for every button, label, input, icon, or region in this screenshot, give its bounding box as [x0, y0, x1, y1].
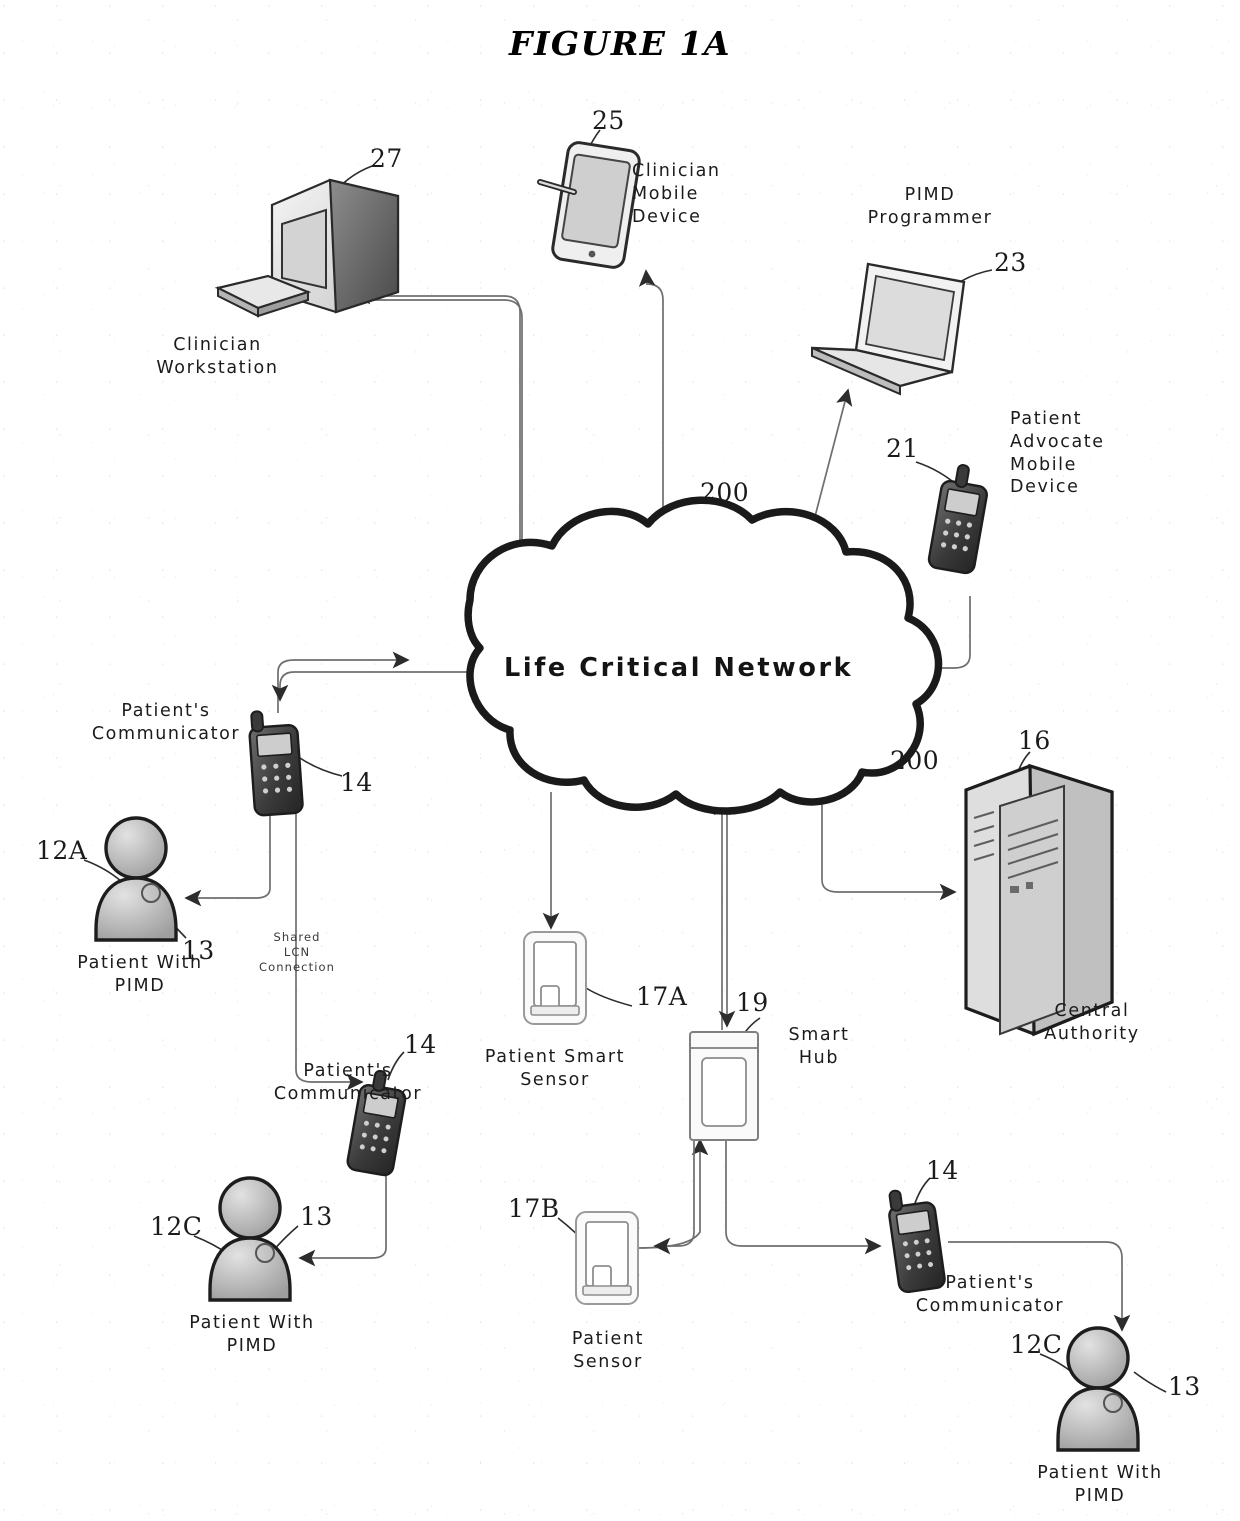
patient-advocate-mobile-device-label: Patient Advocate Mobile Device: [1010, 409, 1105, 498]
patients-communicator-d-label: Patient's Communicator: [915, 1273, 1065, 1316]
wire-cloud-to-central-authority: [821, 792, 957, 901]
desktop-computer-icon: [214, 178, 400, 318]
patient-with-pimd-a-label: Patient With PIMD: [77, 953, 203, 996]
ref-14-c: 14: [404, 1030, 437, 1059]
smart-hub-label: Smart Hub: [788, 1025, 850, 1068]
patients-communicator-a-label: Patient's Communicator: [91, 701, 241, 744]
wire-smart-hub-to-communicator-d: [725, 1140, 882, 1255]
wire-patient-sensor-to-smart-hub: [637, 1138, 709, 1249]
ref-25: 25: [592, 106, 625, 135]
ref-13-a: 13: [182, 936, 215, 965]
ref-12C-d: 12C: [1010, 1330, 1063, 1359]
sensor-icon: [523, 931, 587, 1025]
network-cloud-label: Life Critical Network: [504, 653, 854, 683]
server-tower-icon: [964, 763, 1114, 1037]
patient-with-pimd-d-label: Patient With PIMD: [1037, 1463, 1163, 1506]
ref-12C: 12C: [150, 1212, 203, 1241]
ref-17A: 17A: [636, 982, 688, 1011]
patient-smart-sensor-label: Patient Smart Sensor: [484, 1047, 626, 1090]
figure-canvas: FIGURE 1A Life Critical Network 200 200 …: [0, 0, 1240, 1521]
ref-17B: 17B: [508, 1194, 560, 1223]
ref-200-top: 200: [700, 478, 750, 507]
wire-cloud-to-communicator-a: [271, 671, 498, 702]
wire-communicator-a-to-cloud: [277, 651, 410, 713]
ref-14-a: 14: [340, 768, 373, 797]
shared-lcn-connection-label: Shared LCN Connection: [258, 930, 336, 975]
ref-13-c: 13: [300, 1202, 333, 1231]
leader-17A: [585, 987, 633, 1007]
tablet-stylus-icon: [537, 141, 641, 269]
person-icon: [94, 816, 178, 942]
patient-sensor-label: Patient Sensor: [571, 1329, 645, 1372]
clinician-workstation-label: Clinician Workstation: [156, 335, 279, 378]
person-icon: [1056, 1326, 1140, 1452]
wire-smart-hub-to-patient-sensor: [653, 1140, 695, 1255]
patients-communicator-c-label: Patient's Communicator: [273, 1061, 423, 1104]
ref-16: 16: [1018, 726, 1051, 755]
ref-200-bottom: 200: [890, 746, 940, 775]
ref-12A: 12A: [36, 836, 88, 865]
ref-19: 19: [736, 988, 769, 1017]
ref-14-d: 14: [926, 1156, 959, 1185]
pimd-programmer-label: PIMD Programmer: [867, 185, 993, 228]
hub-icon: [689, 1031, 759, 1141]
patient-with-pimd-c-label: Patient With PIMD: [189, 1313, 315, 1356]
clinician-mobile-device-label: Clinician Mobile Device: [632, 161, 721, 227]
person-icon: [208, 1176, 292, 1302]
ref-21: 21: [886, 434, 919, 463]
ref-27: 27: [370, 144, 403, 173]
leader-13-d: [1133, 1371, 1167, 1393]
ref-13-d: 13: [1168, 1372, 1201, 1401]
ref-23: 23: [994, 248, 1027, 277]
leader-14-a: [299, 757, 343, 777]
central-authority-label: Central Authority: [1044, 1001, 1140, 1044]
cellphone-icon: [927, 464, 988, 575]
sensor-icon: [575, 1211, 639, 1305]
laptop-icon: [811, 262, 966, 396]
wire-cloud-to-clinician-mobile: [638, 269, 664, 520]
